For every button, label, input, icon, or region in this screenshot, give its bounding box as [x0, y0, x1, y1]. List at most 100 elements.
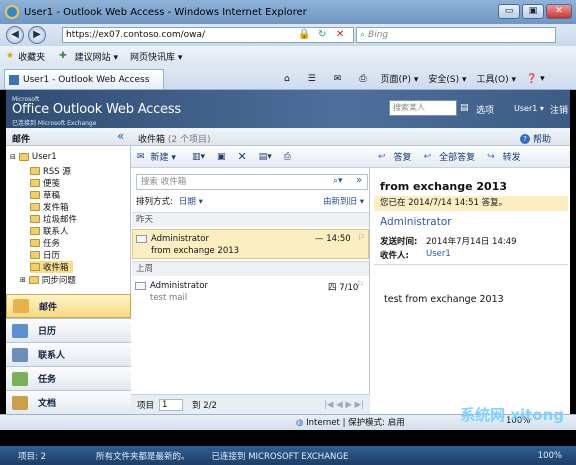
forward-button[interactable]: 转发 [503, 150, 521, 163]
expand-icon[interactable]: ⊟ [10, 153, 16, 161]
minimize-button[interactable]: ▭ [498, 4, 520, 19]
search-input[interactable]: ⌕ Bing [356, 27, 556, 43]
reply-all-icon[interactable]: ↩ [424, 152, 432, 162]
group-header[interactable]: 昨天 [132, 212, 369, 227]
tree-item-sync-issues[interactable]: ⊞ 同步问题 [20, 274, 76, 286]
documents-icon [12, 395, 28, 410]
taskbar: 项目: 2 所有文件夹都是最新的。 已连接到 MICROSOFT EXCHANG… [0, 446, 576, 465]
mail-icon[interactable]: ✉ [334, 74, 342, 84]
tree-item-junk[interactable]: 垃圾邮件 [30, 213, 77, 225]
tree-label: 发件箱 [43, 203, 69, 213]
view-icon[interactable]: ▥▾ [192, 152, 205, 162]
favorites-button[interactable]: 收藏夹 [18, 50, 45, 63]
flag-icon[interactable]: ⚐ [357, 280, 365, 290]
move-icon[interactable]: ▣ [217, 152, 226, 162]
tools-menu[interactable]: 工具(O) ▾ [477, 72, 517, 85]
tab-owa[interactable]: User1 - Outlook Web Access [4, 69, 164, 89]
tree-item-user1[interactable]: ⊟ User1 [10, 152, 57, 162]
inbox-title: 收件箱 (2 个项目) [138, 132, 211, 145]
new-button[interactable]: 新建 ▾ [151, 150, 176, 163]
taskbar-zoom[interactable]: 100% [538, 451, 562, 461]
nav-calendar[interactable]: 日历 [6, 318, 131, 342]
add-favorite-icon[interactable]: ✚ [59, 51, 67, 61]
refresh-icon[interactable]: ↻ [318, 29, 326, 40]
page-input[interactable]: 1 [159, 398, 184, 411]
help-button[interactable]: ? 帮助 [520, 132, 551, 145]
forward-icon[interactable]: ▶ [28, 26, 46, 44]
ie-logo-icon [5, 5, 19, 19]
web-slice-gallery-link[interactable]: 网页快讯库 ▾ [130, 50, 182, 63]
feeds-icon[interactable]: ☰ [308, 74, 316, 84]
maximize-button[interactable]: ▣ [522, 4, 544, 19]
new-mail-icon[interactable]: ✉ [137, 152, 145, 162]
tree-item-tasks[interactable]: 任务 [30, 237, 60, 249]
home-icon[interactable]: ⌂ [284, 74, 290, 84]
collapse-icon[interactable]: « [117, 129, 124, 143]
find-someone-input[interactable]: 搜索某人 [389, 100, 457, 116]
calendar-icon [12, 323, 28, 338]
page-menu[interactable]: 页面(P) ▾ [381, 72, 419, 85]
tree-item-notes[interactable]: 便笺 [30, 177, 60, 189]
search-placeholder: Bing [368, 30, 389, 40]
nav-tasks[interactable]: 任务 [6, 366, 131, 390]
folder-icon [30, 191, 40, 199]
group-header[interactable]: 上周 [132, 261, 369, 276]
reply-all-button[interactable]: 全部答复 [439, 150, 475, 163]
star-icon: ★ [6, 51, 15, 61]
pager-buttons[interactable]: |◀ ◀ ▶ ▶| [324, 400, 364, 410]
message-subject-heading: from exchange 2013 [380, 180, 507, 193]
user-menu[interactable]: User1 ▾ [514, 104, 544, 113]
tree-item-inbox[interactable]: 收件箱 [30, 261, 73, 273]
tree-item-contacts[interactable]: 联系人 [30, 225, 69, 237]
tree-item-drafts[interactable]: 草稿 [30, 189, 60, 201]
reply-button[interactable]: 答复 [394, 150, 412, 163]
options-link[interactable]: 选项 [476, 103, 494, 116]
delete-icon[interactable]: ✕ [237, 150, 246, 163]
sort-order-dropdown[interactable]: 由新到旧 ▾ [323, 195, 364, 207]
mail-nav-icon [13, 299, 29, 313]
logout-link[interactable]: 注销 [550, 103, 568, 116]
forward-icon[interactable]: ↪ [487, 152, 495, 162]
security-zone: ◍ Internet | 保护模式: 启用 [296, 416, 405, 428]
flag-icon[interactable]: ⚐ [358, 233, 366, 243]
help-icon: ? [520, 133, 530, 144]
flag-icon[interactable]: ▤▾ [259, 152, 272, 162]
envelope-icon [136, 235, 147, 243]
suggested-sites-link[interactable]: 建议网站 ▾ [75, 50, 118, 63]
reply-icon[interactable]: ↩ [378, 152, 386, 162]
sort-by-dropdown[interactable]: 日期 ▾ [179, 195, 203, 207]
expand-search-icon[interactable]: » [356, 175, 362, 186]
print-icon[interactable]: ⎙ [359, 74, 366, 84]
to-value[interactable]: User1 [426, 249, 451, 259]
message-item[interactable]: Administrator from exchange 2013 — 14:50… [132, 229, 369, 259]
tree-item-outbox[interactable]: 发件箱 [30, 201, 69, 213]
nav-mail[interactable]: 邮件 [6, 294, 131, 318]
address-book-icon[interactable]: ▤ [460, 103, 469, 113]
tree-label: 草稿 [43, 191, 61, 201]
message-time: — 14:50 [315, 234, 351, 244]
inbox-title-text: 收件箱 [138, 135, 166, 145]
close-button[interactable]: ✕ [546, 4, 572, 19]
envelope-icon [135, 282, 146, 290]
stop-icon[interactable]: ✕ [336, 29, 344, 40]
help-menu[interactable]: ❓ ▾ [526, 74, 545, 84]
tree-label: 日历 [43, 251, 61, 261]
expand-icon[interactable]: ⊞ [20, 276, 26, 284]
inbox-count: (2 个项目) [167, 135, 211, 145]
lock-icon[interactable]: 🔒 [298, 29, 310, 40]
message-list-footer: 项目 1 到 2/2 |◀ ◀ ▶ ▶| [131, 394, 370, 414]
search-go-icon[interactable]: ⌕▾ [333, 176, 343, 186]
favorites-bar: ★ 收藏夹 ✚ 建议网站 ▾ 网页快讯库 ▾ [0, 46, 576, 66]
print-message-icon[interactable]: ⎙ [284, 152, 291, 162]
tree-item-rss[interactable]: RSS 源 [30, 165, 71, 177]
message-body: test from exchange 2013 [384, 294, 504, 305]
nav-contacts[interactable]: 联系人 [6, 342, 131, 366]
safety-menu[interactable]: 安全(S) ▾ [428, 72, 466, 85]
tree-item-calendar[interactable]: 日历 [30, 249, 60, 261]
message-item[interactable]: Administrator test mail 四 7/10 ⚐ [132, 277, 369, 307]
nav-documents[interactable]: 文档 [6, 390, 131, 414]
folder-icon [30, 179, 40, 187]
back-icon[interactable]: ◀ [6, 26, 24, 44]
tab-title: User1 - Outlook Web Access [23, 74, 150, 85]
sender-name[interactable]: Administrator [380, 216, 452, 228]
